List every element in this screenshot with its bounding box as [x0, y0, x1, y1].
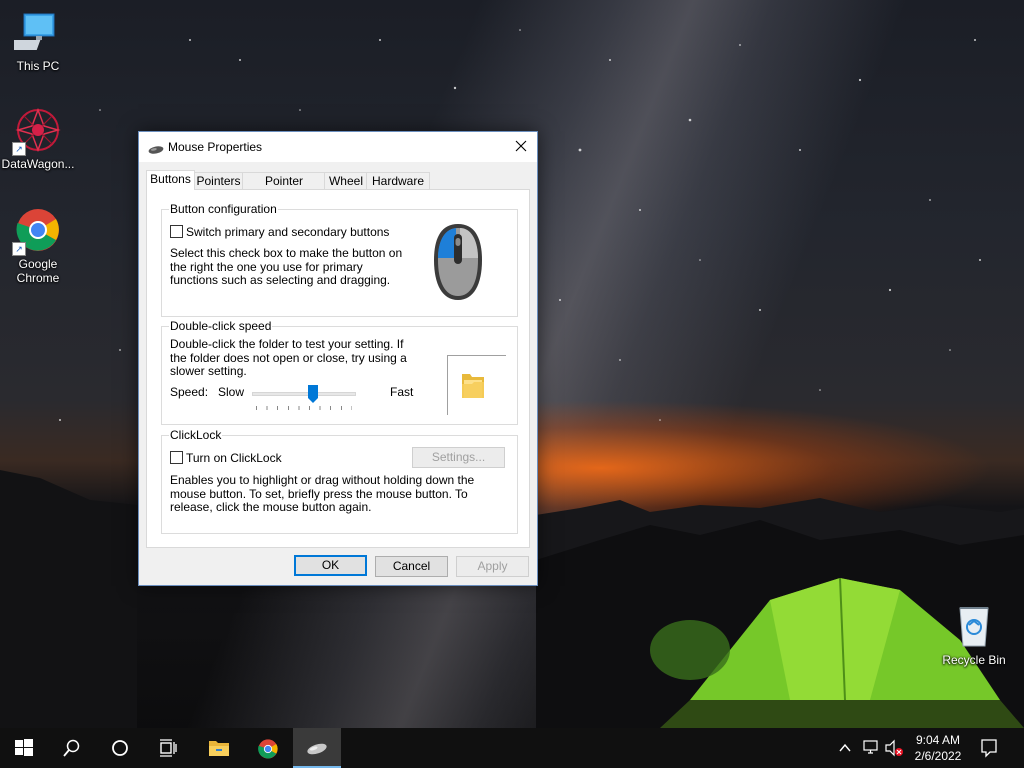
- slider-track: [252, 392, 356, 396]
- desktop-icon-this-pc[interactable]: This PC: [0, 8, 76, 73]
- tab-hardware[interactable]: Hardware: [366, 172, 430, 190]
- clicklock-settings-button[interactable]: Settings...: [412, 447, 505, 468]
- slow-label: Slow: [218, 385, 245, 399]
- double-click-speed-group: Double-click speed Double-click the fold…: [161, 319, 518, 425]
- mouse-diagram-icon: [430, 220, 486, 307]
- folder-icon: [209, 741, 229, 756]
- chrome-icon: ↗: [12, 206, 62, 256]
- show-hidden-icons-button[interactable]: [838, 728, 856, 768]
- switch-buttons-checkbox[interactable]: [170, 225, 183, 238]
- group-legend: Double-click speed: [169, 319, 273, 333]
- clock-date: 2/6/2022: [914, 749, 962, 763]
- desktop-icon-label: DataWagon...: [1, 157, 75, 171]
- network-icon: [863, 740, 878, 754]
- windows-icon: [15, 739, 33, 756]
- switch-buttons-label[interactable]: Switch primary and secondary buttons: [186, 225, 389, 239]
- slider-ticks: [256, 406, 352, 410]
- task-view-icon: [160, 739, 177, 757]
- clicklock-checkbox[interactable]: [170, 451, 183, 464]
- shortcut-arrow-icon: ↗: [12, 242, 26, 256]
- network-button[interactable]: [862, 728, 882, 768]
- slider-thumb[interactable]: [308, 385, 318, 403]
- dialog-title: Mouse Properties: [168, 140, 263, 154]
- volume-button[interactable]: [884, 728, 906, 768]
- tab-pointers[interactable]: Pointers: [193, 172, 244, 190]
- group-legend: Button configuration: [169, 202, 278, 216]
- recycle-bin-icon: [950, 602, 998, 650]
- cortana-icon: [112, 740, 128, 756]
- tab-page-buttons: Button configuration Switch primary and …: [146, 189, 530, 548]
- search-button[interactable]: [48, 728, 96, 768]
- apply-button[interactable]: Apply: [456, 556, 529, 577]
- desktop-icon-google-chrome[interactable]: ↗ Google Chrome: [0, 206, 76, 285]
- datawagon-icon: ↗: [12, 106, 62, 156]
- chrome-taskbar-button[interactable]: [243, 728, 291, 768]
- desktop-icon-label: Google Chrome: [16, 257, 60, 285]
- search-icon: [63, 739, 80, 757]
- clicklock-description: Enables you to highlight or drag without…: [170, 473, 475, 514]
- clicklock-group: ClickLock Turn on ClickLock Settings... …: [161, 428, 518, 534]
- close-button[interactable]: [505, 132, 537, 162]
- clock[interactable]: 9:04 AM 2/6/2022: [910, 732, 966, 764]
- folder-icon: [460, 370, 486, 403]
- cancel-button[interactable]: Cancel: [375, 556, 448, 577]
- ok-button[interactable]: OK: [294, 555, 367, 576]
- mouse-icon: [148, 143, 164, 154]
- chrome-icon: [258, 739, 278, 759]
- cortana-button[interactable]: [96, 728, 144, 768]
- dialog-titlebar[interactable]: Mouse Properties: [139, 132, 537, 162]
- tab-wheel[interactable]: Wheel: [324, 172, 368, 190]
- fast-label: Fast: [390, 385, 414, 399]
- switch-buttons-description: Select this check box to make the button…: [170, 246, 403, 287]
- button-configuration-group: Button configuration Switch primary and …: [161, 202, 518, 317]
- test-folder-area[interactable]: [447, 355, 506, 415]
- volume-muted-icon: [885, 739, 903, 757]
- clicklock-label[interactable]: Turn on ClickLock: [186, 451, 282, 465]
- speed-label: Speed:: [170, 385, 209, 399]
- tab-buttons[interactable]: Buttons: [146, 170, 195, 190]
- clock-time: 9:04 AM: [915, 733, 961, 747]
- desktop-icon-datawagon[interactable]: ↗ DataWagon...: [0, 106, 76, 171]
- shortcut-arrow-icon: ↗: [12, 142, 26, 156]
- task-view-button[interactable]: [144, 728, 192, 768]
- double-click-speed-slider[interactable]: [252, 383, 356, 413]
- file-explorer-button[interactable]: [194, 728, 242, 768]
- tab-pointer-options[interactable]: Pointer Options: [242, 172, 326, 204]
- close-icon: [515, 140, 527, 152]
- mouse-icon: [307, 743, 327, 755]
- start-button[interactable]: [0, 728, 48, 768]
- group-legend: ClickLock: [169, 428, 223, 442]
- computer-icon: [4, 8, 62, 56]
- mouse-properties-dialog: Mouse Properties Buttons Pointers Pointe…: [138, 131, 538, 586]
- desktop-icon-label: This PC: [16, 59, 60, 73]
- notification-icon: [981, 739, 997, 758]
- double-click-description: Double-click the folder to test your set…: [170, 337, 407, 378]
- mouse-properties-taskbar-button[interactable]: [293, 728, 341, 768]
- taskbar: 9:04 AM 2/6/2022: [0, 728, 1024, 768]
- notifications-button[interactable]: [978, 728, 1006, 768]
- chevron-up-icon: [839, 743, 851, 752]
- desktop-icon-recycle-bin[interactable]: Recycle Bin: [936, 602, 1012, 667]
- desktop-icon-label: Recycle Bin: [942, 653, 1006, 667]
